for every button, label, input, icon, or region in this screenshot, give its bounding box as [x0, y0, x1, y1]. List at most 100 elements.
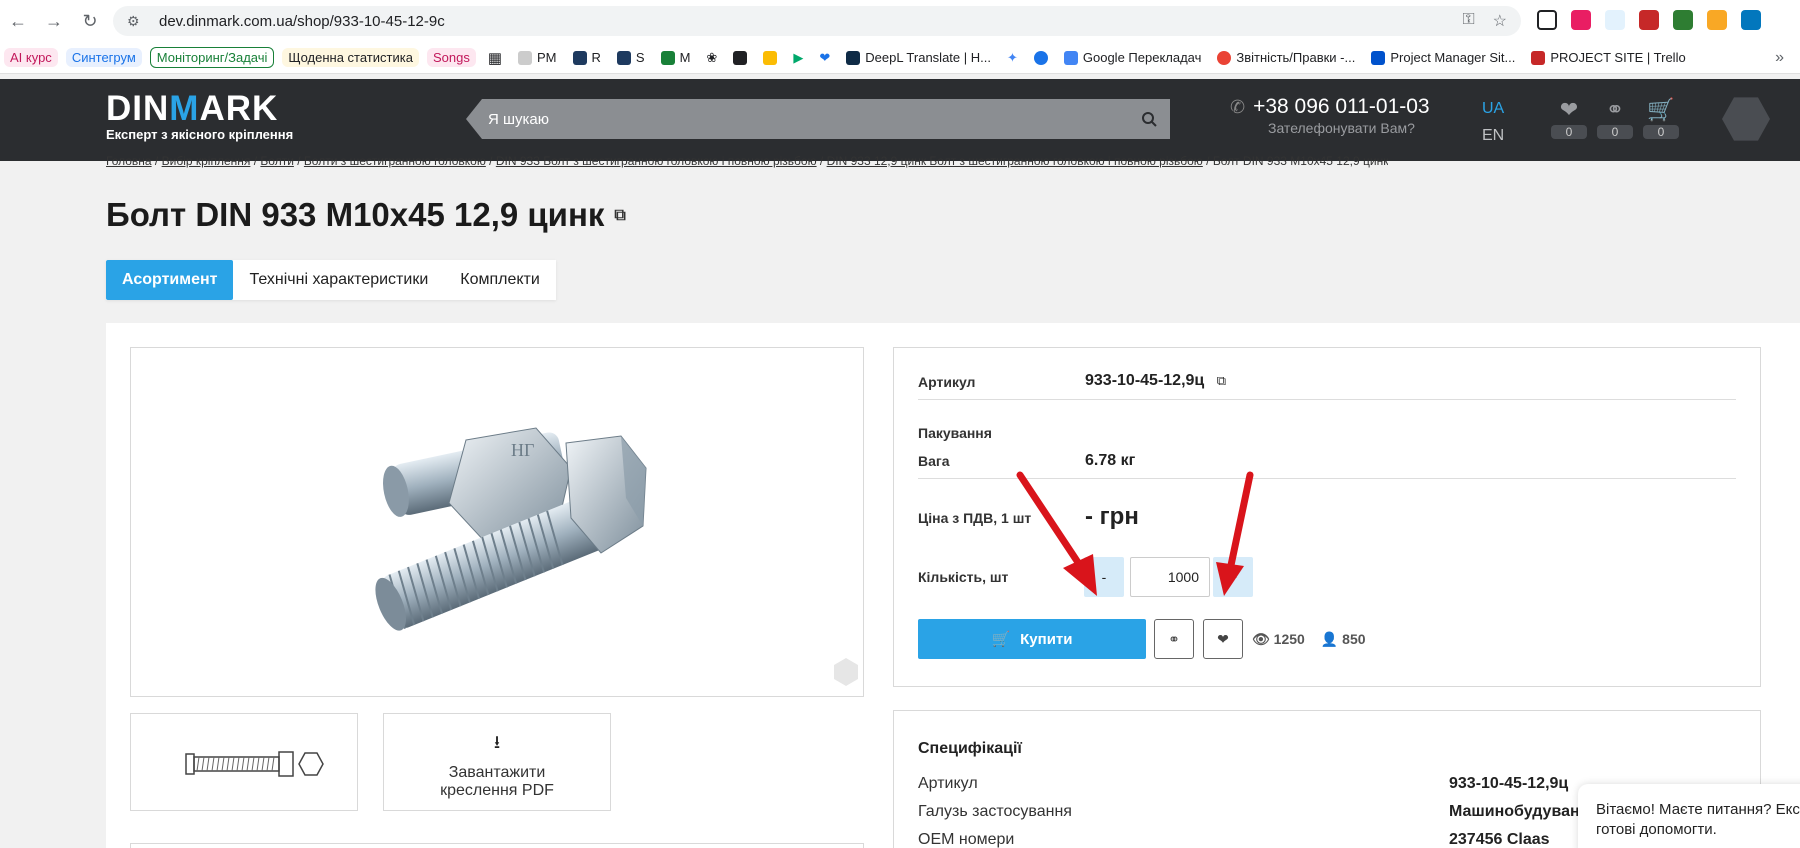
bookmark-daily-stats[interactable]: Щоденна статистика [282, 48, 419, 67]
bookmark-syntegrum[interactable]: Синтегрум [65, 48, 142, 67]
views-count: 1250 [1273, 631, 1305, 647]
flag-extension-icon[interactable] [1741, 10, 1761, 30]
page-title-text: Болт DIN 933 M10x45 12,9 цинк [106, 196, 605, 233]
bookmark-r[interactable]: R [569, 48, 605, 67]
spec-label-article: Артикул [918, 775, 978, 792]
bookmark-deepl[interactable]: DeepL Translate | H... [842, 48, 995, 67]
drawing-thumbnail[interactable] [130, 713, 358, 811]
bookmark-songs[interactable]: Songs [426, 48, 476, 67]
chatgpt-icon[interactable]: ❀ [702, 48, 721, 68]
gemini-icon[interactable]: ✦ [1003, 48, 1022, 68]
translate-extension-icon[interactable] [1707, 10, 1727, 30]
breadcrumb-bolts[interactable]: Болти [260, 154, 294, 168]
s-extension-icon[interactable] [1639, 10, 1659, 30]
annotation-arrow-left [1016, 471, 1097, 596]
bookmark-s[interactable]: S [613, 48, 649, 67]
copy-article-icon[interactable]: ⧉ [1217, 373, 1226, 388]
apps-grid-icon[interactable]: ▦ [484, 47, 506, 69]
wishlist-button[interactable]: ❤ 0 [1548, 97, 1590, 139]
spec-value-industry: Машинобудуван [1449, 803, 1580, 820]
watermark-icon [834, 658, 858, 686]
lower-left-card [130, 843, 864, 848]
more-bookmarks-icon[interactable]: » [1775, 49, 1784, 67]
breadcrumb-hex-bolts[interactable]: Болти з шестигранною головкою [304, 154, 486, 168]
podcast-icon[interactable] [1030, 49, 1052, 67]
forward-icon[interactable]: → [36, 3, 72, 39]
breadcrumb-home[interactable]: Головна [106, 154, 152, 168]
download-pdf-button[interactable]: ⭳ Завантажити креслення PDF [383, 713, 611, 811]
user-avatar[interactable] [1722, 97, 1770, 141]
heart-app-icon[interactable]: ❤ [815, 48, 834, 68]
tab-tech-specs[interactable]: Технічні характеристики [233, 260, 444, 300]
lang-en[interactable]: EN [1482, 122, 1504, 149]
pdf-label-line1: Завантажити [448, 764, 546, 781]
bookmark-m-label: M [679, 50, 691, 65]
compare-product-button[interactable]: ⚭ [1154, 619, 1194, 659]
bookmark-project-site[interactable]: PROJECT SITE | Trello [1527, 48, 1689, 67]
phone-text: +38 096 011-01-03 [1253, 95, 1430, 118]
dark-app-icon[interactable] [729, 49, 751, 67]
wishlist-count: 0 [1551, 125, 1587, 139]
shield-extension-icon[interactable] [1571, 10, 1591, 30]
copy-icon[interactable]: ⧉ [614, 207, 625, 224]
chat-widget[interactable]: Вітаємо! Маєте питання? Екс готові допом… [1578, 784, 1800, 848]
product-image: НГ [375, 427, 858, 686]
bookmark-s-label: S [635, 50, 645, 65]
record-extension-icon[interactable] [1673, 10, 1693, 30]
pm-icon [518, 50, 533, 65]
breadcrumb-din933[interactable]: DIN 933 Болт з шестигранною головкою і п… [496, 154, 817, 168]
b-extension-icon[interactable] [1605, 10, 1625, 30]
bookmark-project-manager[interactable]: Project Manager Sit... [1367, 48, 1519, 67]
cart-button[interactable]: 🛒 0 [1640, 97, 1682, 139]
image-extension-icon[interactable] [1537, 10, 1557, 30]
phone-number[interactable]: ✆ +38 096 011-01-03 [1230, 95, 1430, 119]
bookmark-ai-course[interactable]: AI курс [4, 48, 58, 67]
password-key-icon[interactable]: ⚿ [1462, 11, 1474, 31]
buy-button[interactable]: 🛒 Купити [918, 619, 1146, 659]
back-icon[interactable]: ← [0, 3, 36, 39]
lang-ua[interactable]: UA [1482, 95, 1504, 122]
meet-icon[interactable] [759, 49, 781, 67]
specifications-title: Специфікації [918, 740, 1022, 757]
tab-assortment[interactable]: Асортимент [106, 260, 234, 300]
user-icon: 👤 [1320, 631, 1339, 647]
bookmark-star-icon[interactable]: ☆ [1493, 11, 1507, 31]
google-translate-icon [1063, 50, 1078, 65]
callback-link[interactable]: Зателефонувати Вам? [1268, 120, 1415, 136]
site-logo[interactable]: DINMARK Експерт з якісного кріплення [106, 91, 293, 143]
site-info-icon[interactable]: ⚙ [127, 13, 145, 30]
product-tabs: Асортимент Технічні характеристики Компл… [106, 260, 556, 300]
spec-label-oem: OEM номери [918, 831, 1015, 848]
quantity-input[interactable] [1130, 557, 1210, 597]
language-switcher: UA EN [1482, 95, 1504, 149]
bookmark-google-translate-label: Google Перекладач [1082, 50, 1202, 65]
spec-value-article: 933-10-45-12,9ц [1449, 775, 1569, 792]
compare-button[interactable]: ⚭ 0 [1594, 97, 1636, 139]
annotation-arrow-right [1216, 471, 1254, 596]
search-input[interactable]: Я шукаю [466, 99, 1170, 139]
spec-value-oem: 237456 Claas [1449, 831, 1550, 848]
chat-message-line1: Вітаємо! Маєте питання? Екс [1596, 801, 1800, 818]
compare-icon: ⚭ [1605, 97, 1625, 122]
divider [918, 399, 1736, 400]
breadcrumb-fasteners[interactable]: Вибір кріплення [162, 154, 251, 168]
bookmark-google-translate[interactable]: Google Перекладач [1060, 48, 1206, 67]
bookmark-project-manager-label: Project Manager Sit... [1390, 50, 1516, 65]
bookmark-monitoring[interactable]: Моніторинг/Задачі [149, 47, 275, 68]
product-image-card[interactable]: НГ [130, 347, 864, 697]
weight-label: Вага [918, 453, 950, 469]
reload-icon[interactable]: ↻ [72, 3, 108, 39]
bookmark-reports-label: Звітність/Правки -... [1236, 50, 1356, 65]
search-icon[interactable] [1127, 99, 1171, 139]
wishlist-product-button[interactable]: ❤ [1203, 619, 1243, 659]
product-stats: 👁 1250 👤 850 [1252, 631, 1366, 648]
bookmark-m[interactable]: M [657, 48, 695, 67]
bookmark-reports[interactable]: Звітність/Правки -... [1213, 48, 1359, 67]
buy-label: Купити [1020, 630, 1073, 648]
address-bar[interactable]: ⚙ dev.dinmark.com.ua/shop/933-10-45-12-9… [113, 6, 1521, 36]
tab-kits[interactable]: Комплекти [444, 260, 556, 300]
breadcrumb-din933-12-9[interactable]: DIN 933 12,9 цинк Болт з шестигранною го… [827, 154, 1203, 168]
play-icon[interactable]: ▶ [789, 48, 807, 68]
bookmark-pm[interactable]: PM [514, 48, 561, 67]
search-placeholder: Я шукаю [488, 110, 550, 128]
